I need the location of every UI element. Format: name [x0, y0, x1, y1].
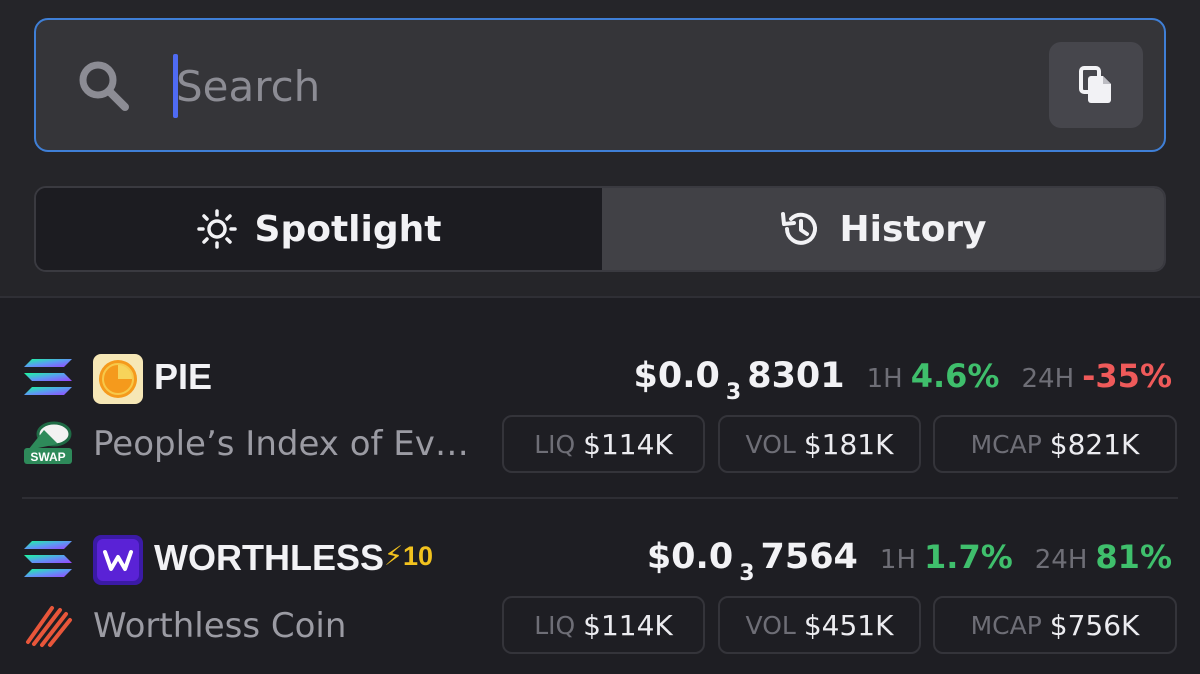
token-symbol: PIE [154, 356, 213, 397]
volume-value: $181K [803, 427, 894, 461]
history-icon [781, 212, 818, 245]
boost-badge: ⚡10 [384, 541, 433, 571]
price-line: $0.0 3 8301 1H 4.6% 24H -35% [633, 356, 1172, 405]
market-cap-pill: MCAP $756K [933, 596, 1177, 654]
price-zero-count: 3 [739, 561, 755, 586]
token-name: Worthless Coin [93, 606, 347, 646]
volume-pill: VOL $181K [718, 415, 921, 473]
price: $0.0 [646, 537, 734, 577]
tab-bar: Spotlight History [34, 186, 1166, 272]
volume-value: $451K [803, 608, 894, 642]
change-1h-label: 1H [879, 545, 917, 575]
change-24h: 81% [1095, 538, 1172, 576]
paste-button[interactable] [1049, 42, 1143, 128]
liquidity-pill: LIQ $114K [502, 415, 705, 473]
tab-spotlight[interactable]: Spotlight [36, 188, 602, 270]
solana-icon [24, 541, 72, 577]
worthless-logo-icon [93, 535, 143, 585]
price-digits: 8301 [747, 356, 845, 396]
tab-history[interactable]: History [602, 188, 1164, 270]
sun-icon [196, 209, 237, 249]
change-24h-label: 24H [1021, 364, 1075, 394]
clipboard-icon [1079, 66, 1111, 103]
change-24h-label: 24H [1034, 545, 1088, 575]
row-divider [22, 497, 1178, 499]
liquidity-value: $114K [583, 427, 673, 461]
tab-history-label: History [839, 208, 987, 250]
change-24h: -35% [1082, 357, 1172, 395]
market-cap-label: MCAP [970, 610, 1042, 640]
header-divider [0, 296, 1200, 298]
svg-text:SWAP: SWAP [30, 450, 65, 464]
market-cap-value: $756K [1049, 608, 1140, 642]
pie-logo-icon [93, 354, 143, 404]
price-digits: 7564 [760, 537, 858, 577]
liquidity-label: LIQ [534, 429, 576, 459]
volume-label: VOL [745, 610, 796, 640]
token-symbol: WORTHLESS [154, 537, 384, 578]
search-icon [79, 61, 129, 111]
market-cap-value: $821K [1049, 427, 1140, 461]
market-cap-label: MCAP [970, 429, 1042, 459]
search-box[interactable] [34, 18, 1166, 152]
volume-label: VOL [745, 429, 796, 459]
change-1h-label: 1H [866, 364, 903, 394]
change-1h: 4.6% [910, 357, 1000, 395]
price-line: $0.0 3 7564 1H 1.7% 24H 81% [646, 537, 1172, 586]
search-input[interactable] [176, 46, 1016, 126]
volume-pill: VOL $451K [718, 596, 921, 654]
liquidity-value: $114K [583, 608, 673, 642]
market-cap-pill: MCAP $821K [933, 415, 1177, 473]
price-zero-count: 3 [725, 380, 742, 405]
solana-icon [24, 359, 72, 395]
price: $0.0 [633, 356, 720, 396]
change-1h: 1.7% [924, 538, 1013, 576]
token-name: People’s Index of Ev… [93, 424, 469, 464]
liquidity-pill: LIQ $114K [502, 596, 705, 654]
tab-spotlight-label: Spotlight [254, 208, 442, 250]
liquidity-label: LIQ [534, 610, 576, 640]
swap-dex-icon: SWAP [24, 421, 72, 464]
pump-dex-icon [26, 606, 72, 647]
